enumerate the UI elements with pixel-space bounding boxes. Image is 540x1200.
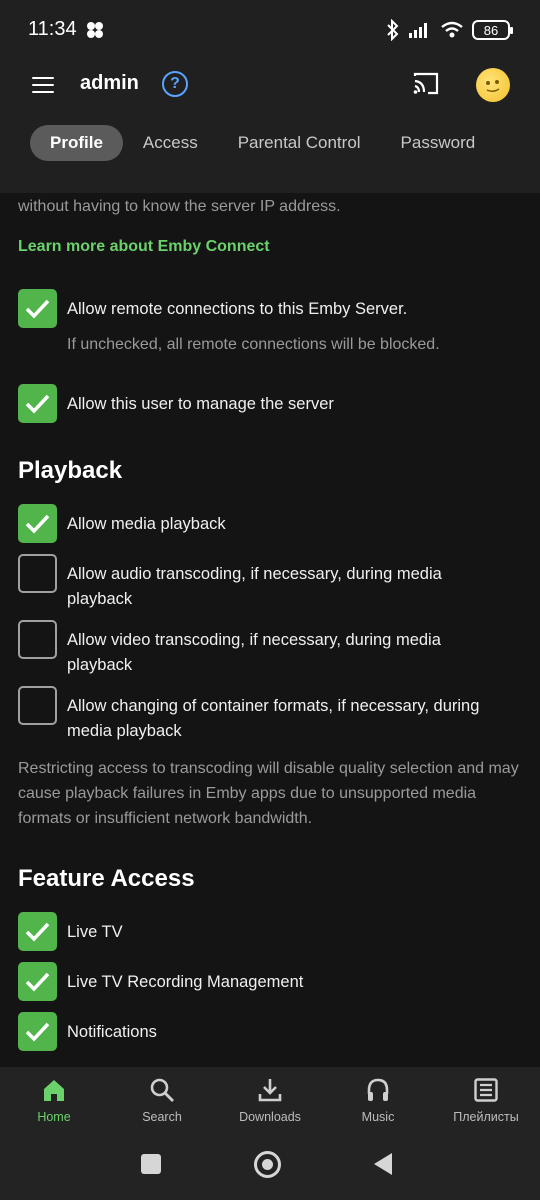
nav-music[interactable]: Music [324,1067,432,1135]
nav-playlists[interactable]: Плейлисты [432,1067,540,1135]
cloud-dots-icon [87,22,103,38]
back-icon[interactable] [374,1153,392,1175]
avatar[interactable] [476,68,510,102]
manage-server-checkbox[interactable] [18,384,57,423]
container-formats-label: Allow changing of container formats, if … [67,697,480,740]
video-transcoding-label: Allow video transcoding, if necessary, d… [67,631,441,674]
audio-transcoding-checkbox[interactable] [18,554,57,593]
check-icon [25,972,50,992]
download-icon [258,1079,282,1102]
container-formats-checkbox[interactable] [18,686,57,725]
user-tabs: Profile Access Parental Control Password [30,124,495,162]
help-icon[interactable]: ? [162,71,188,97]
feature-access-heading: Feature Access [18,865,195,892]
learn-more-emby-connect-link[interactable]: Learn more about Emby Connect [18,238,270,256]
wifi-icon [441,21,463,38]
check-icon [25,299,50,319]
remote-connections-label: Allow remote connections to this Emby Se… [67,300,408,318]
nav-music-label: Music [361,1110,395,1124]
notifications-label: Notifications [67,1023,157,1041]
remote-connections-help: If unchecked, all remote connections wil… [67,336,440,353]
status-time: 11:34 [28,18,77,40]
nav-search[interactable]: Search [108,1067,216,1135]
check-icon [25,1022,50,1042]
settings-content[interactable]: without having to know the server IP add… [0,193,540,1067]
status-icons: 86 [386,17,513,43]
cast-icon[interactable] [412,71,440,97]
transcoding-note: Restricting access to transcoding will d… [18,760,519,827]
media-playback-label: Allow media playback [67,515,226,533]
bottom-navigation: Home Search Downloads Music Плейлисты [0,1067,540,1135]
video-transcoding-checkbox[interactable] [18,620,57,659]
hamburger-menu-icon[interactable] [32,77,54,93]
status-bar: 11:34 86 [0,0,540,60]
page-title: admin [80,72,139,94]
headphones-icon [367,1078,389,1101]
emby-connect-description: without having to know the server IP add… [18,198,341,215]
tab-profile[interactable]: Profile [30,125,123,161]
nav-search-label: Search [142,1110,182,1124]
bluetooth-icon [387,19,399,41]
app-header: admin ? Profile Access Parental Control … [0,60,540,193]
manage-server-label: Allow this user to manage the server [67,395,334,413]
signal-icon [409,23,427,38]
nav-home-label: Home [37,1110,71,1124]
system-navigation-bar [0,1135,540,1200]
playback-heading: Playback [18,457,123,484]
avatar-face-icon [486,80,500,93]
nav-downloads-label: Downloads [239,1110,301,1124]
tab-parental-control[interactable]: Parental Control [218,125,381,161]
tab-password[interactable]: Password [381,125,496,161]
notifications-checkbox[interactable] [18,1012,57,1051]
media-playback-checkbox[interactable] [18,504,57,543]
check-icon [25,922,50,942]
search-icon [150,1078,174,1102]
live-tv-label: Live TV [67,923,123,941]
remote-connections-checkbox[interactable] [18,289,57,328]
live-tv-checkbox[interactable] [18,912,57,951]
audio-transcoding-label: Allow audio transcoding, if necessary, d… [67,565,442,608]
check-icon [25,514,50,534]
check-icon [25,394,50,414]
live-tv-recording-checkbox[interactable] [18,962,57,1001]
live-tv-recording-label: Live TV Recording Management [67,973,304,991]
nav-playlists-label: Плейлисты [453,1110,519,1124]
recent-apps-icon[interactable] [141,1154,161,1174]
battery-icon: 86 [472,20,513,40]
home-button-icon[interactable] [254,1151,281,1178]
tab-access[interactable]: Access [123,125,218,161]
battery-level: 86 [483,22,499,38]
nav-downloads[interactable]: Downloads [216,1067,324,1135]
nav-home[interactable]: Home [0,1067,108,1135]
home-icon [44,1080,64,1101]
playlist-icon [474,1078,498,1102]
